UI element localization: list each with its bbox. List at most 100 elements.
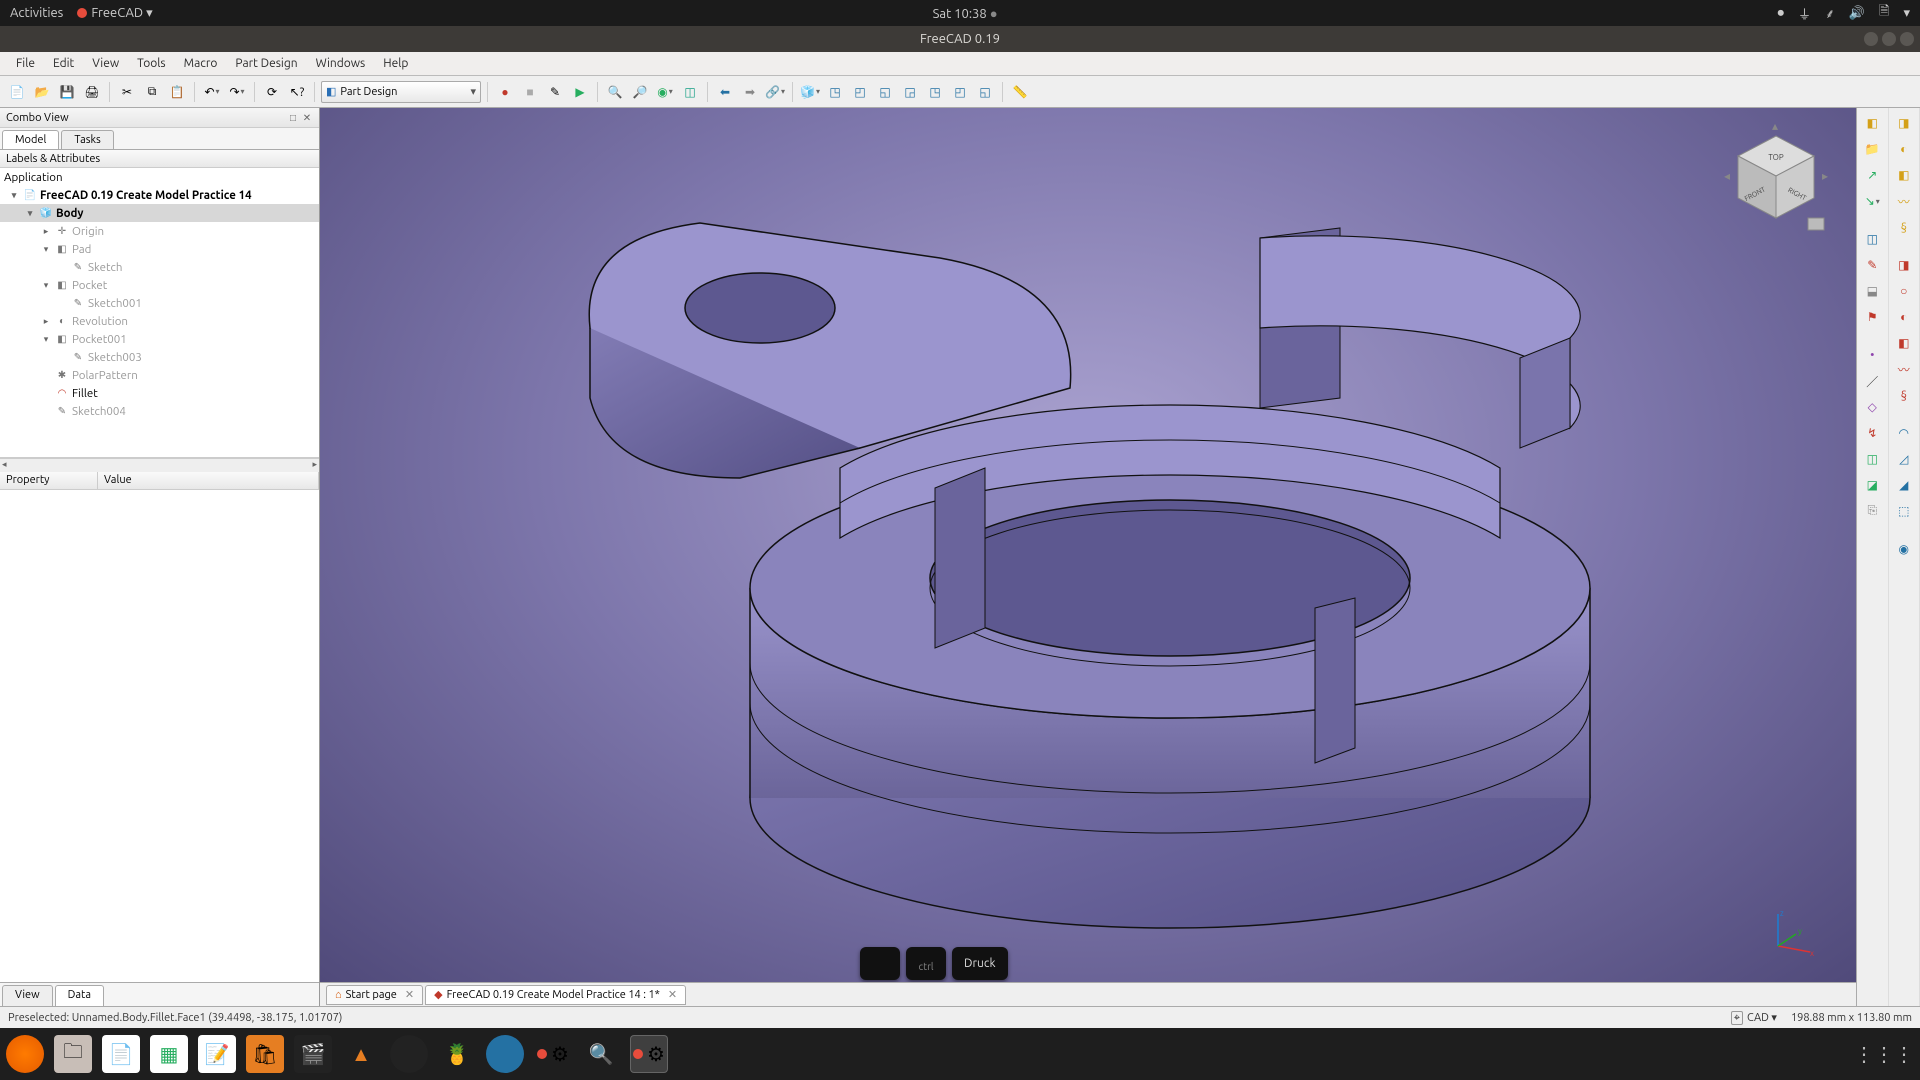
fit-all-icon[interactable]: 🔍 [604,81,626,103]
groove-icon[interactable]: ◐ [1893,306,1915,328]
draw-style-icon[interactable]: ◉ [654,81,676,103]
create-group-icon[interactable]: 📁 [1861,138,1883,160]
battery-icon[interactable]: 🗎 [1879,2,1889,24]
map-sketch-icon[interactable]: ⬓ [1861,280,1883,302]
create-body-icon[interactable]: ◧ [1861,112,1883,134]
datum-line-icon[interactable]: ／ [1861,370,1883,392]
datum-cs-icon[interactable]: ↯ [1861,422,1883,444]
nav-back-icon[interactable]: ⬅ [714,81,736,103]
workbench-selector[interactable]: ◧Part Design [321,81,481,103]
tree-item[interactable]: ▾◧Pocket001 [0,330,319,348]
window-minimize[interactable] [1864,32,1878,46]
dock-pineapple-icon[interactable]: 🍍 [438,1035,476,1073]
dock-firefox-icon[interactable] [6,1035,44,1073]
macro-edit-icon[interactable]: ✎ [544,81,566,103]
menu-tools[interactable]: Tools [129,55,174,72]
refresh-icon[interactable]: ⟳ [261,81,283,103]
tree-item[interactable]: ▾🧊Body [0,204,319,222]
tree-application[interactable]: Application [0,168,319,186]
property-grid[interactable] [0,490,319,982]
view-front-icon[interactable]: ◰ [849,81,871,103]
menu-help[interactable]: Help [375,55,416,72]
export-icon[interactable]: ↗ [1861,164,1883,186]
tab-data[interactable]: Data [55,985,104,1006]
shapebinder-icon[interactable]: ◫ [1861,448,1883,470]
dock-apps-grid-icon[interactable]: ⋮⋮⋮ [1854,1042,1914,1066]
tree-item[interactable]: ◠Fillet [0,384,319,402]
dock-obs-icon[interactable] [390,1035,428,1073]
tab-close-icon[interactable]: ✕ [405,988,414,1001]
dock-freecad-icon[interactable]: ⚙ [630,1035,668,1073]
dock-text-icon[interactable]: 📝 [198,1035,236,1073]
nav-style-button[interactable]: ⌖CAD ▾ [1731,1011,1777,1025]
create-sketch-icon[interactable]: ◫ [1861,228,1883,250]
dock-files-icon[interactable]: 🗀 [54,1035,92,1073]
system-menu-caret[interactable]: ▾ [1903,6,1910,21]
dock-calc-icon[interactable]: ▦ [150,1035,188,1073]
tree-item[interactable]: ▾◧Pad [0,240,319,258]
dock-video-icon[interactable]: 🎬 [294,1035,332,1073]
save-file-icon[interactable]: 💾 [56,81,78,103]
view-left-icon[interactable]: ◱ [974,81,996,103]
view-iso-icon[interactable]: ◳ [824,81,846,103]
measure-icon[interactable]: 📏 [1009,81,1031,103]
new-file-icon[interactable]: 📄 [6,81,28,103]
menu-view[interactable]: View [84,55,127,72]
undo-icon[interactable]: ↶ [201,81,223,103]
open-file-icon[interactable]: 📂 [31,81,53,103]
paste-icon[interactable]: 📋 [166,81,188,103]
link-icon[interactable]: 🔗 [764,81,786,103]
tree-item[interactable]: ✱PolarPattern [0,366,319,384]
isometric-icon[interactable]: 🧊 [799,81,821,103]
sub-helix-icon[interactable]: § [1893,384,1915,406]
tree-item[interactable]: ▾📄FreeCAD 0.19 Create Model Practice 14 [0,186,319,204]
dock-freecad-settings-icon[interactable]: ⚙ [534,1035,572,1073]
copy-icon[interactable]: ⧉ [141,81,163,103]
window-maximize[interactable] [1882,32,1896,46]
model-tree[interactable]: Application ▾📄FreeCAD 0.19 Create Model … [0,168,319,458]
datum-point-icon[interactable]: • [1861,344,1883,366]
volume-icon[interactable]: 🔊 [1849,6,1865,21]
pocket-icon[interactable]: ◨ [1893,254,1915,276]
edit-sketch-icon[interactable]: ✎ [1861,254,1883,276]
network-icon[interactable]: ⏚ [1798,4,1811,23]
dock-vlc-icon[interactable]: ▲ [342,1035,380,1073]
app-menu[interactable]: FreeCAD ▾ [77,6,152,21]
tree-item[interactable]: ✎Sketch004 [0,402,319,420]
whatsthis-icon[interactable]: ↖? [286,81,308,103]
3d-viewport[interactable]: TOP FRONT RIGHT ◂ ▸ ▴ z x y ctrl [320,108,1856,982]
clone-icon[interactable]: ⎘ [1861,500,1883,522]
tab-view[interactable]: View [2,985,53,1006]
sweep-icon[interactable]: 〰 [1893,190,1915,212]
view-rear-icon[interactable]: ◳ [924,81,946,103]
print-icon[interactable]: 🖨 [81,81,103,103]
pad-icon[interactable]: ◨ [1893,112,1915,134]
menu-macro[interactable]: Macro [176,55,226,72]
col-property[interactable]: Property [0,472,98,489]
macro-play-icon[interactable]: ▶ [569,81,591,103]
tab-model[interactable]: Model [2,130,59,149]
macro-record-icon[interactable]: ● [494,81,516,103]
redo-icon[interactable]: ↷ [226,81,248,103]
draft-icon[interactable]: ◢ [1893,474,1915,496]
bounding-box-icon[interactable]: ◫ [679,81,701,103]
nav-forward-icon[interactable]: ➡ [739,81,761,103]
datum-plane-icon[interactable]: ◇ [1861,396,1883,418]
tab-start-page[interactable]: ⌂ Start page ✕ [326,985,423,1005]
menu-file[interactable]: File [8,55,43,72]
sub-sweep-icon[interactable]: 〰 [1893,358,1915,380]
view-top-icon[interactable]: ◱ [874,81,896,103]
loft-icon[interactable]: ◧ [1893,164,1915,186]
tab-close-icon[interactable]: ✕ [668,988,677,1001]
dock-writer-icon[interactable]: 📄 [102,1035,140,1073]
revolution-icon[interactable]: ◐ [1893,138,1915,160]
panel-float-icon[interactable]: □ [287,112,299,124]
menu-edit[interactable]: Edit [45,55,82,72]
chamfer-icon[interactable]: ◿ [1893,448,1915,470]
navigation-cube[interactable]: TOP FRONT RIGHT ◂ ▸ ▴ [1716,118,1836,238]
view-right-icon[interactable]: ◲ [899,81,921,103]
boolean-icon[interactable]: ◉ [1893,538,1915,560]
activities-button[interactable]: Activities [10,6,63,20]
tree-item[interactable]: ✎Sketch003 [0,348,319,366]
dock-kdenlive-icon[interactable] [486,1035,524,1073]
